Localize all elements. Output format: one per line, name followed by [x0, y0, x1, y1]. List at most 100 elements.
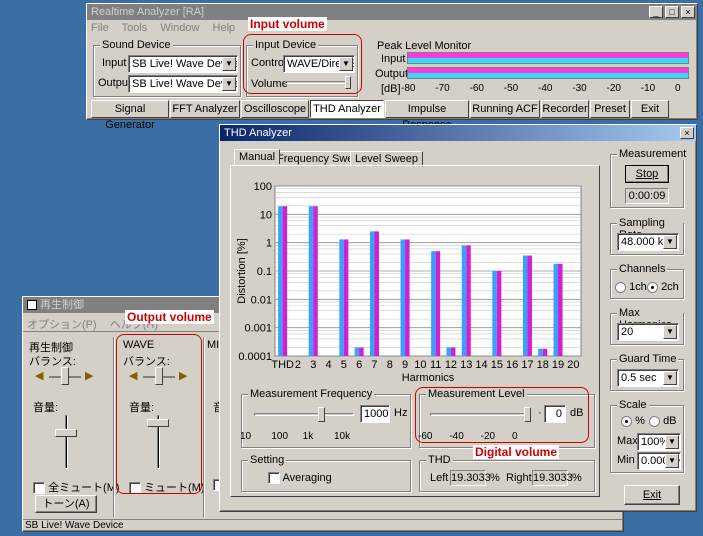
minimize-icon[interactable]: _ — [649, 6, 663, 18]
bar — [522, 255, 528, 356]
y-tick-label: 0.01 — [251, 294, 272, 306]
y-tick-label: 0.1 — [257, 266, 272, 278]
elapsed-time: 0:00:09 — [625, 188, 669, 204]
bar — [343, 239, 349, 356]
mute-all-checkbox[interactable]: 全ミュート(M) — [33, 479, 120, 495]
x-axis-label: Harmonics — [402, 372, 455, 384]
output-device-select[interactable]: SB Live! Wave Device ▼ — [128, 75, 238, 93]
master-balance-slider[interactable]: ◀ ▶ — [35, 367, 97, 387]
input-volume-annotation: Input volume — [248, 17, 327, 31]
radio-percent[interactable]: % — [621, 415, 645, 427]
tab-manual[interactable]: Manual — [234, 149, 281, 164]
sampling-rate-select[interactable]: 48.000 kHz ▼ — [617, 233, 679, 251]
tick-label: -60 — [469, 83, 484, 94]
peak-level-monitor: Peak Level Monitor Input Output [dB] -80… — [367, 40, 691, 98]
bar — [435, 251, 441, 356]
peak-ticks: -80 -70 -60 -50 -40 -30 -20 -10 0 — [401, 83, 689, 95]
sound-device-group: Sound Device Input SB Live! Wave Device ▼… — [93, 39, 241, 97]
digital-volume-annotation: Digital volume — [473, 445, 560, 459]
output-volume-highlight — [116, 334, 202, 494]
x-tick-label: 14 — [475, 359, 487, 371]
meas-freq-slider[interactable] — [254, 407, 356, 427]
master-volume-slider[interactable] — [51, 415, 81, 471]
bar — [553, 263, 559, 356]
menu-help[interactable]: Help — [213, 22, 236, 34]
close-icon[interactable]: × — [681, 6, 695, 18]
x-tick-label: 15 — [491, 359, 503, 371]
y-tick-label: 0.001 — [244, 323, 272, 335]
x-tick-label: 5 — [341, 359, 347, 371]
tick-label: -80 — [401, 83, 416, 94]
bar — [450, 347, 456, 356]
thd-titlebar[interactable]: THD Analyzer × — [220, 125, 696, 141]
menu-tools[interactable]: Tools — [122, 22, 148, 34]
ra-titlebar[interactable]: Realtime Analyzer [RA] _ □ × — [87, 4, 697, 20]
tone-button[interactable]: トーン(A) — [35, 495, 97, 513]
maximize-icon[interactable]: □ — [665, 6, 679, 18]
tab-thd-analyzer[interactable]: THD Analyzer — [310, 100, 384, 118]
menu-file[interactable]: File — [91, 22, 109, 34]
scale-group: Scale % dB Max 100% ▼ Min 0.0001% ▼ — [610, 399, 684, 473]
bar — [374, 231, 379, 356]
thd-right-value: 19.3033 — [532, 470, 573, 486]
tab-impulse-response[interactable]: Impulse Response — [385, 100, 469, 131]
radio-db[interactable]: dB — [649, 415, 677, 427]
averaging-checkbox[interactable]: Averaging — [268, 472, 332, 485]
bar — [400, 239, 406, 356]
bar — [496, 271, 502, 356]
bar — [558, 263, 563, 356]
menu-window[interactable]: Window — [160, 22, 199, 34]
close-icon[interactable]: × — [680, 127, 694, 139]
bar — [369, 231, 375, 356]
tick-label: -20 — [606, 83, 621, 94]
slider-thumb[interactable] — [61, 367, 69, 385]
bar — [446, 347, 451, 356]
y-tick-label: 0.0001 — [238, 351, 272, 363]
x-tick-label: 12 — [445, 359, 457, 371]
radio-1ch[interactable]: 1ch — [615, 281, 647, 293]
chevron-down-icon: ▼ — [222, 77, 236, 91]
bar — [278, 206, 283, 356]
tab-fft-analyzer[interactable]: FFT Analyzer — [170, 100, 240, 118]
tick-label: 1k — [302, 431, 314, 442]
chevron-down-icon: ▼ — [663, 371, 677, 385]
input-device-select[interactable]: SB Live! Wave Device ▼ — [128, 55, 238, 73]
slider-thumb[interactable] — [318, 407, 325, 422]
max-harmonics-group: Max Harmonics 20▼ — [610, 307, 684, 345]
x-tick-label: 10 — [414, 359, 426, 371]
bar — [466, 245, 471, 356]
chevron-down-icon: ▼ — [663, 325, 677, 339]
meas-freq-input[interactable]: 1000 — [360, 405, 390, 423]
digital-volume-highlight — [415, 387, 589, 443]
tab-running-acf[interactable]: Running ACF — [470, 100, 540, 118]
tick-label: -30 — [572, 83, 587, 94]
tab-signal-generator[interactable]: Signal Generator — [91, 100, 169, 131]
bar — [354, 347, 360, 356]
mixer-app-icon — [27, 300, 37, 311]
scale-min-select[interactable]: 0.0001% ▼ — [637, 452, 681, 470]
speaker-left-icon: ◀ — [35, 370, 44, 382]
tick-label: 10k — [334, 431, 351, 442]
menu-options[interactable]: オプション(P) — [27, 319, 97, 331]
radio-2ch[interactable]: 2ch — [647, 281, 679, 293]
stop-button[interactable]: Stop — [625, 165, 669, 183]
chevron-down-icon: ▼ — [665, 454, 679, 468]
slider-thumb[interactable] — [55, 429, 77, 437]
tab-exit[interactable]: Exit — [631, 100, 669, 118]
tab-recorder[interactable]: Recorder — [541, 100, 589, 118]
scale-max-select[interactable]: 100% ▼ — [637, 433, 681, 451]
max-harmonics-select[interactable]: 20 ▼ — [617, 323, 679, 341]
x-tick-label: 13 — [460, 359, 472, 371]
y-tick-label: 100 — [254, 181, 272, 193]
x-tick-label: 4 — [325, 359, 331, 371]
ra-title: Realtime Analyzer [RA] — [91, 6, 205, 18]
x-tick-label: 11 — [430, 359, 441, 371]
thd-exit-button[interactable]: Exit — [624, 485, 680, 505]
tab-oscilloscope[interactable]: Oscilloscope — [241, 100, 309, 118]
guard-time-select[interactable]: 0.5 sec ▼ — [617, 369, 679, 387]
tab-preset[interactable]: Preset — [590, 100, 630, 118]
input-volume-highlight — [243, 34, 362, 94]
bar — [431, 251, 436, 356]
x-tick-label: 2 — [295, 359, 301, 371]
ra-window: Realtime Analyzer [RA] _ □ × File Tools … — [86, 3, 698, 131]
